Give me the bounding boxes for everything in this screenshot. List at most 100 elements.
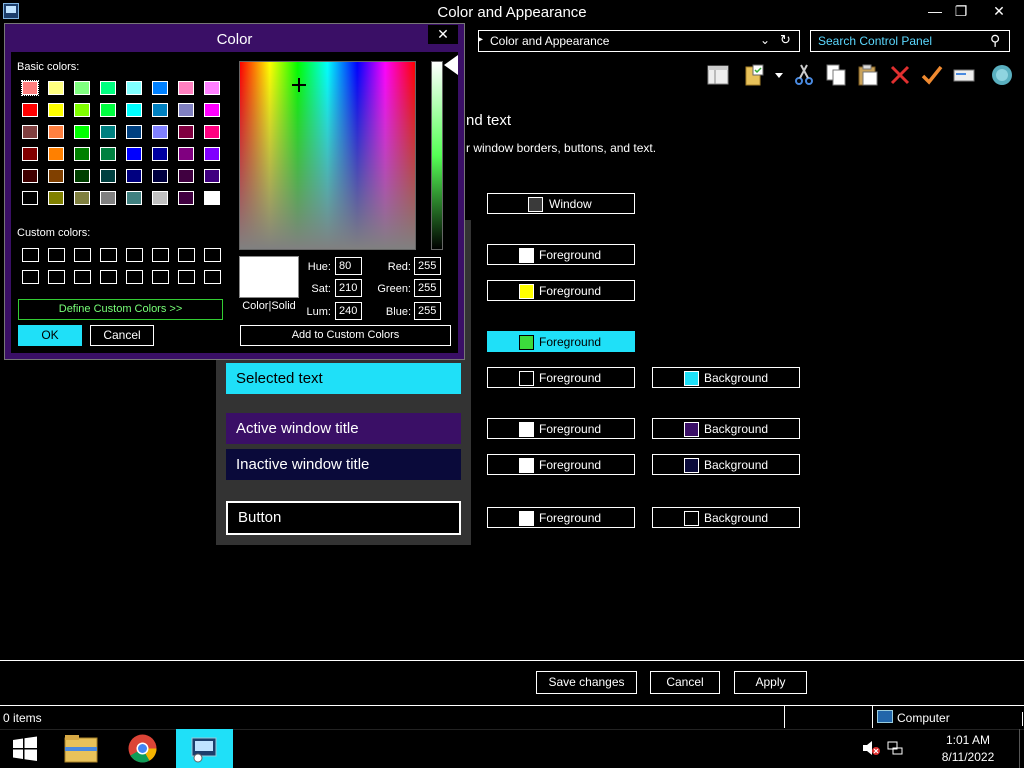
crosshair-icon[interactable] xyxy=(292,78,306,92)
paste-icon[interactable] xyxy=(856,63,880,87)
network-icon[interactable] xyxy=(886,740,904,756)
basic-color-swatch[interactable] xyxy=(204,125,220,139)
basic-color-swatch[interactable] xyxy=(152,147,168,161)
copy-icon[interactable] xyxy=(824,63,848,87)
basic-color-swatch[interactable] xyxy=(204,191,220,205)
basic-color-swatch[interactable] xyxy=(100,191,116,205)
volume-muted-icon[interactable] xyxy=(862,740,880,756)
basic-color-swatch[interactable] xyxy=(22,147,38,161)
basic-color-swatch[interactable] xyxy=(126,147,142,161)
breadcrumb[interactable]: Color and Appearance xyxy=(490,34,609,48)
basic-color-swatch[interactable] xyxy=(100,125,116,139)
delete-icon[interactable] xyxy=(888,63,912,87)
maximize-button[interactable]: ❐ xyxy=(946,1,976,21)
dialog-cancel-button[interactable]: Cancel xyxy=(90,325,154,346)
basic-color-swatch[interactable] xyxy=(22,103,38,117)
basic-color-swatch[interactable] xyxy=(204,81,220,95)
dialog-close-button[interactable]: ✕ xyxy=(428,25,458,44)
custom-color-swatch[interactable] xyxy=(74,270,91,284)
basic-color-swatch[interactable] xyxy=(74,125,90,139)
basic-color-swatch[interactable] xyxy=(152,125,168,139)
folder-options-icon[interactable] xyxy=(744,63,768,87)
custom-color-swatch[interactable] xyxy=(152,248,169,262)
button-foreground-button[interactable]: Foreground xyxy=(487,507,635,528)
basic-color-swatch[interactable] xyxy=(204,103,220,117)
luminosity-slider[interactable] xyxy=(431,61,443,250)
basic-color-swatch[interactable] xyxy=(152,169,168,183)
resize-grip-icon[interactable] xyxy=(1015,712,1023,726)
selected-text-background-button[interactable]: Background xyxy=(652,367,800,388)
layout-icon[interactable] xyxy=(706,63,730,87)
custom-color-swatch[interactable] xyxy=(100,270,117,284)
luminosity-arrow-icon[interactable] xyxy=(444,55,458,75)
basic-color-swatch[interactable] xyxy=(74,103,90,117)
green-field[interactable]: 255 xyxy=(414,279,441,297)
show-desktop-button[interactable] xyxy=(1019,729,1024,768)
basic-color-swatch[interactable] xyxy=(126,103,142,117)
custom-color-swatch[interactable] xyxy=(152,270,169,284)
basic-color-swatch[interactable] xyxy=(48,147,64,161)
selected-text-foreground-button[interactable]: Foreground xyxy=(487,367,635,388)
hyperlink-foreground-button[interactable]: Foreground xyxy=(487,280,635,301)
inactive-title-foreground-button[interactable]: Foreground xyxy=(487,454,635,475)
custom-color-swatch[interactable] xyxy=(178,248,195,262)
cancel-button[interactable]: Cancel xyxy=(650,671,720,694)
custom-color-swatch[interactable] xyxy=(204,248,221,262)
basic-color-swatch[interactable] xyxy=(178,169,194,183)
refresh-icon[interactable]: ↻ xyxy=(780,32,791,48)
custom-color-swatch[interactable] xyxy=(126,248,143,262)
file-explorer-icon[interactable] xyxy=(52,729,109,768)
properties-icon[interactable] xyxy=(952,63,976,87)
theme-shell-icon[interactable] xyxy=(990,63,1014,87)
basic-color-swatch[interactable] xyxy=(74,191,90,205)
basic-color-swatch[interactable] xyxy=(74,147,90,161)
clock-date[interactable]: 8/11/2022 xyxy=(920,750,1016,764)
button-preview[interactable]: Button xyxy=(226,501,461,535)
color-spectrum[interactable] xyxy=(239,61,416,250)
basic-color-swatch[interactable] xyxy=(152,191,168,205)
basic-color-swatch[interactable] xyxy=(74,169,90,183)
basic-color-swatch[interactable] xyxy=(178,125,194,139)
basic-color-swatch[interactable] xyxy=(126,81,142,95)
basic-color-swatch[interactable] xyxy=(126,125,142,139)
active-title-background-button[interactable]: Background xyxy=(652,418,800,439)
chrome-icon[interactable] xyxy=(114,729,171,768)
basic-color-swatch[interactable] xyxy=(48,169,64,183)
basic-color-swatch[interactable] xyxy=(178,191,194,205)
basic-color-swatch[interactable] xyxy=(100,103,116,117)
close-button[interactable]: ✕ xyxy=(984,1,1014,21)
basic-color-swatch[interactable] xyxy=(100,147,116,161)
basic-color-swatch[interactable] xyxy=(48,125,64,139)
sat-field[interactable]: 210 xyxy=(335,279,362,297)
basic-color-swatch[interactable] xyxy=(74,81,90,95)
custom-color-swatch[interactable] xyxy=(48,270,65,284)
basic-color-swatch[interactable] xyxy=(100,81,116,95)
custom-color-swatch[interactable] xyxy=(126,270,143,284)
inactive-title-background-button[interactable]: Background xyxy=(652,454,800,475)
basic-color-swatch[interactable] xyxy=(204,147,220,161)
basic-color-swatch[interactable] xyxy=(48,103,64,117)
ok-button[interactable]: OK xyxy=(18,325,82,346)
checkmark-icon[interactable] xyxy=(920,63,944,87)
basic-color-swatch[interactable] xyxy=(178,103,194,117)
button-background-button[interactable]: Background xyxy=(652,507,800,528)
windows-start-icon[interactable] xyxy=(0,729,50,768)
search-icon[interactable]: ⚲ xyxy=(990,32,1000,49)
basic-color-swatch[interactable] xyxy=(22,169,38,183)
basic-color-swatch[interactable] xyxy=(21,80,39,96)
basic-color-swatch[interactable] xyxy=(100,169,116,183)
text-foreground-button[interactable]: Foreground xyxy=(487,244,635,265)
window-color-button[interactable]: Window xyxy=(487,193,635,214)
blue-field[interactable]: 255 xyxy=(414,302,441,320)
custom-color-swatch[interactable] xyxy=(48,248,65,262)
custom-color-swatch[interactable] xyxy=(100,248,117,262)
basic-color-swatch[interactable] xyxy=(22,125,38,139)
basic-color-swatch[interactable] xyxy=(48,81,64,95)
apply-button[interactable]: Apply xyxy=(734,671,807,694)
custom-color-swatch[interactable] xyxy=(204,270,221,284)
active-title-preview[interactable]: Active window title xyxy=(226,413,461,444)
active-title-foreground-button[interactable]: Foreground xyxy=(487,418,635,439)
save-changes-button[interactable]: Save changes xyxy=(536,671,637,694)
red-field[interactable]: 255 xyxy=(414,257,441,275)
basic-color-swatch[interactable] xyxy=(48,191,64,205)
